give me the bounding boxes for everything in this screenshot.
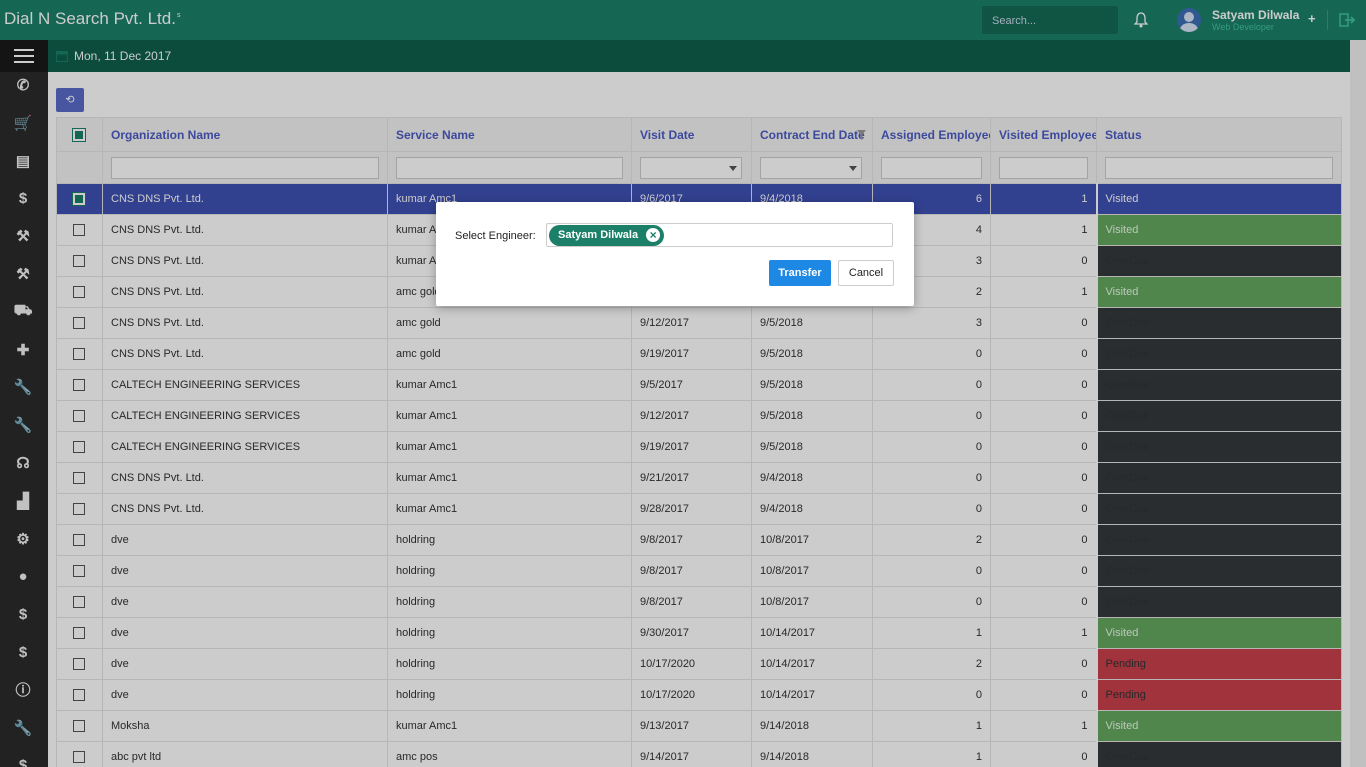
select-engineer-label: Select Engineer: <box>455 230 536 242</box>
modal-overlay: Select Engineer: Satyam Dilwala × Transf… <box>0 0 1366 767</box>
transfer-dialog: Select Engineer: Satyam Dilwala × Transf… <box>436 202 914 306</box>
selected-engineer-name: Satyam Dilwala <box>558 229 639 241</box>
remove-tag-icon[interactable]: × <box>646 228 661 242</box>
selected-engineer-tag: Satyam Dilwala × <box>549 225 665 246</box>
transfer-button[interactable]: Transfer <box>769 260 831 286</box>
engineer-select[interactable]: Satyam Dilwala × <box>546 223 893 247</box>
cancel-button[interactable]: Cancel <box>838 260 894 286</box>
